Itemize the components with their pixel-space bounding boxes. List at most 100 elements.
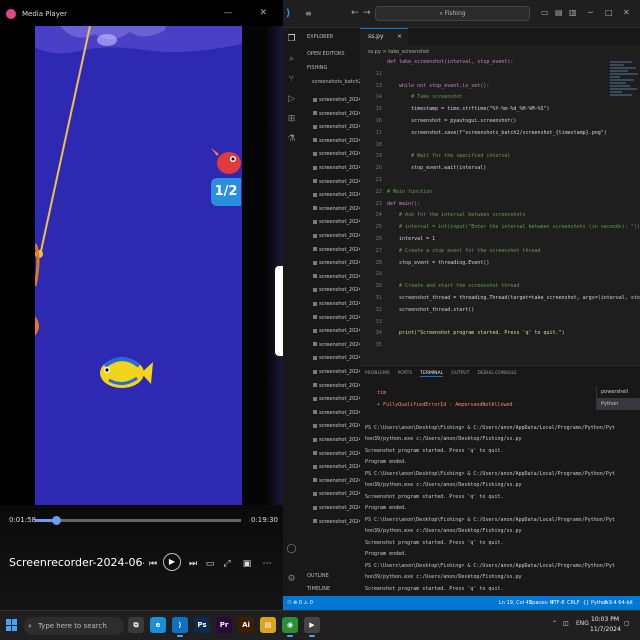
notifications-icon[interactable]: ▢ (624, 620, 630, 627)
clock[interactable]: 10:03 PM 11/7/2024 (590, 615, 621, 635)
code-editor[interactable]: ss.py ✕ ss.py > take_screenshot def take… (360, 28, 640, 365)
explorer-file-item[interactable]: screenshot_2024-07... (313, 464, 360, 470)
taskbar-search[interactable]: ⌕ Type here to search (24, 617, 124, 635)
explorer-file-item[interactable]: screenshot_2024-07... (313, 328, 360, 334)
outline-section[interactable]: OUTLINE (307, 573, 329, 579)
encoding[interactable]: UTF-8 (550, 596, 565, 610)
window-controls[interactable]: — ✕ (224, 8, 279, 18)
language-indicator[interactable]: ENG (576, 620, 589, 627)
network-icon[interactable]: ◫ (563, 620, 569, 627)
folder-screenshots-batch2[interactable]: screenshots_batch2 (312, 79, 360, 85)
miniplayer-icon[interactable]: ▭ (203, 557, 217, 571)
task-view-icon[interactable]: ⧉ (128, 617, 144, 633)
status-remote-problems[interactable]: ⚇ ⊗ 0 ⚠ 0 (287, 596, 313, 610)
timeline-section[interactable]: TIMELINE (307, 586, 330, 592)
photoshop-icon[interactable]: Ps (194, 617, 210, 633)
minimize-icon[interactable]: ─ (588, 8, 593, 17)
tray-chevron-icon[interactable]: ⌃ (552, 620, 557, 627)
explorer-file-item[interactable]: screenshot_2024-07... (313, 315, 360, 321)
back-arrow-icon[interactable]: ← (351, 8, 359, 18)
illustrator-icon[interactable]: Ai (238, 617, 254, 633)
next-icon[interactable]: ⏭ (186, 557, 200, 571)
explorer-file-item[interactable]: screenshot_2024-07... (313, 192, 360, 198)
explorer-file-item[interactable]: screenshot_2024-07... (313, 111, 360, 117)
explorer-icon[interactable]: ❐ (286, 34, 297, 45)
vscode-icon[interactable]: ⟩ (172, 617, 188, 637)
cursor-position[interactable]: Ln 19, Col 42 (499, 596, 532, 610)
line-ending[interactable]: CRLF (567, 596, 580, 610)
explorer-file-item[interactable]: screenshot_2024-07... (313, 369, 360, 375)
explorer-file-item[interactable]: screenshot_2024-07... (313, 505, 360, 511)
chrome-icon[interactable]: ◉ (282, 617, 298, 637)
explorer-file-item[interactable]: screenshot_2024-07... (313, 274, 360, 280)
run-debug-icon[interactable]: ▷ (286, 94, 297, 105)
fullscreen-icon[interactable]: ⤢ (220, 557, 234, 571)
edge-icon[interactable]: e (150, 617, 166, 633)
cast-icon[interactable]: ▣ (240, 557, 254, 571)
panel-tab-ports[interactable]: PORTS (398, 371, 413, 376)
play-button[interactable]: ▶ (163, 553, 181, 571)
explorer-file-item[interactable]: screenshot_2024-07... (313, 233, 360, 239)
explorer-file-item[interactable]: screenshot_2024-07... (313, 383, 360, 389)
video-frame[interactable]: 1/2 (35, 26, 242, 536)
seek-thumb[interactable] (51, 516, 61, 525)
panel-tab-debug-console[interactable]: DEBUG CONSOLE (477, 371, 516, 376)
explorer-file-item[interactable]: screenshot_2024-07... (313, 396, 360, 402)
panel-tab-output[interactable]: OUTPUT (451, 371, 469, 376)
explorer-file-item[interactable]: screenshot_2024-07... (313, 247, 360, 253)
tab-ss-py[interactable]: ss.py ✕ (360, 28, 408, 45)
vscode-titlebar[interactable]: ⟩ ≡ ← → ⌕ Fishing ▭ ▤ ▥ ─ □ ✕ (283, 0, 640, 28)
explorer-file-item[interactable]: screenshot_2024-07... (313, 138, 360, 144)
explorer-file-item[interactable]: screenshot_2024-07... (313, 287, 360, 293)
seek-bar[interactable] (35, 516, 241, 525)
explorer-file-item[interactable]: screenshot_2024-07... (313, 124, 360, 130)
explorer-file-item[interactable]: screenshot_2024-07... (313, 478, 360, 484)
maximize-icon[interactable]: □ (605, 8, 613, 17)
tab-close-icon[interactable]: ✕ (397, 29, 402, 45)
more-options-icon[interactable]: ⋯ (260, 557, 274, 571)
explorer-file-item[interactable]: screenshot_2024-07... (313, 491, 360, 497)
forward-arrow-icon[interactable]: → (363, 8, 371, 18)
media-player-titlebar[interactable]: Media Player — ✕ (0, 0, 283, 28)
panel-toggle-icon[interactable]: ▤ (555, 8, 563, 17)
close-icon[interactable]: ✕ (623, 8, 630, 17)
explorer-file-item[interactable]: screenshot_2024-07... (313, 151, 360, 157)
breadcrumb[interactable]: ss.py > take_screenshot (368, 49, 429, 55)
explorer-file-item[interactable]: screenshot_2024-07... (313, 451, 360, 457)
minimap[interactable] (610, 60, 640, 180)
account-icon[interactable]: ◯ (286, 544, 297, 555)
media-icon[interactable]: ▶ (304, 617, 320, 637)
panel-tab-terminal[interactable]: TERMINAL (420, 371, 444, 377)
panel-tab-problems[interactable]: PROBLEMS (365, 371, 390, 376)
menu-icon[interactable]: ≡ (305, 9, 312, 18)
workspace-folder[interactable]: FISHING (307, 65, 327, 71)
explorer-file-item[interactable]: screenshot_2024-07... (313, 410, 360, 416)
search-view-icon[interactable]: ⌕ (286, 54, 297, 65)
explorer-file-item[interactable]: screenshot_2024-07... (313, 219, 360, 225)
extensions-icon[interactable]: ⊞ (286, 114, 297, 125)
open-editors-section[interactable]: OPEN EDITORS (307, 51, 345, 57)
start-button[interactable] (6, 619, 18, 631)
explorer-file-item[interactable]: screenshot_2024-07... (313, 179, 360, 185)
testing-icon[interactable]: ⚗ (286, 134, 297, 145)
explorer-file-item[interactable]: screenshot_2024-07... (313, 206, 360, 212)
premiere-icon[interactable]: Pr (216, 617, 232, 633)
terminal-instance-python[interactable]: Python (597, 398, 640, 410)
settings-gear-icon[interactable]: ⚙ (286, 574, 297, 585)
explorer-file-item[interactable]: screenshot_2024-07... (313, 97, 360, 103)
explorer-file-item[interactable]: screenshot_2024-07... (313, 165, 360, 171)
command-center-search[interactable]: ⌕ Fishing (375, 6, 530, 21)
terminal-instance-powershell[interactable]: powershell (597, 386, 640, 398)
source-control-icon[interactable]: ⑂ (286, 74, 297, 85)
sidebar-toggle-icon[interactable]: ▥ (569, 8, 577, 17)
python-interpreter[interactable]: 3.9.4 64-bit (604, 596, 633, 610)
layout-icon[interactable]: ▭ (541, 8, 549, 17)
explorer-file-item[interactable]: screenshot_2024-07... (313, 355, 360, 361)
explorer-file-item[interactable]: screenshot_2024-07... (313, 423, 360, 429)
explorer-file-item[interactable]: screenshot_2024-07... (313, 342, 360, 348)
explorer-file-item[interactable]: screenshot_2024-07... (313, 437, 360, 443)
explorer-file-item[interactable]: screenshot_2024-07... (313, 519, 360, 525)
explorer-file-item[interactable]: screenshot_2024-07... (313, 260, 360, 266)
files-icon[interactable]: ▤ (260, 617, 276, 633)
previous-icon[interactable]: ⏮ (146, 557, 160, 571)
